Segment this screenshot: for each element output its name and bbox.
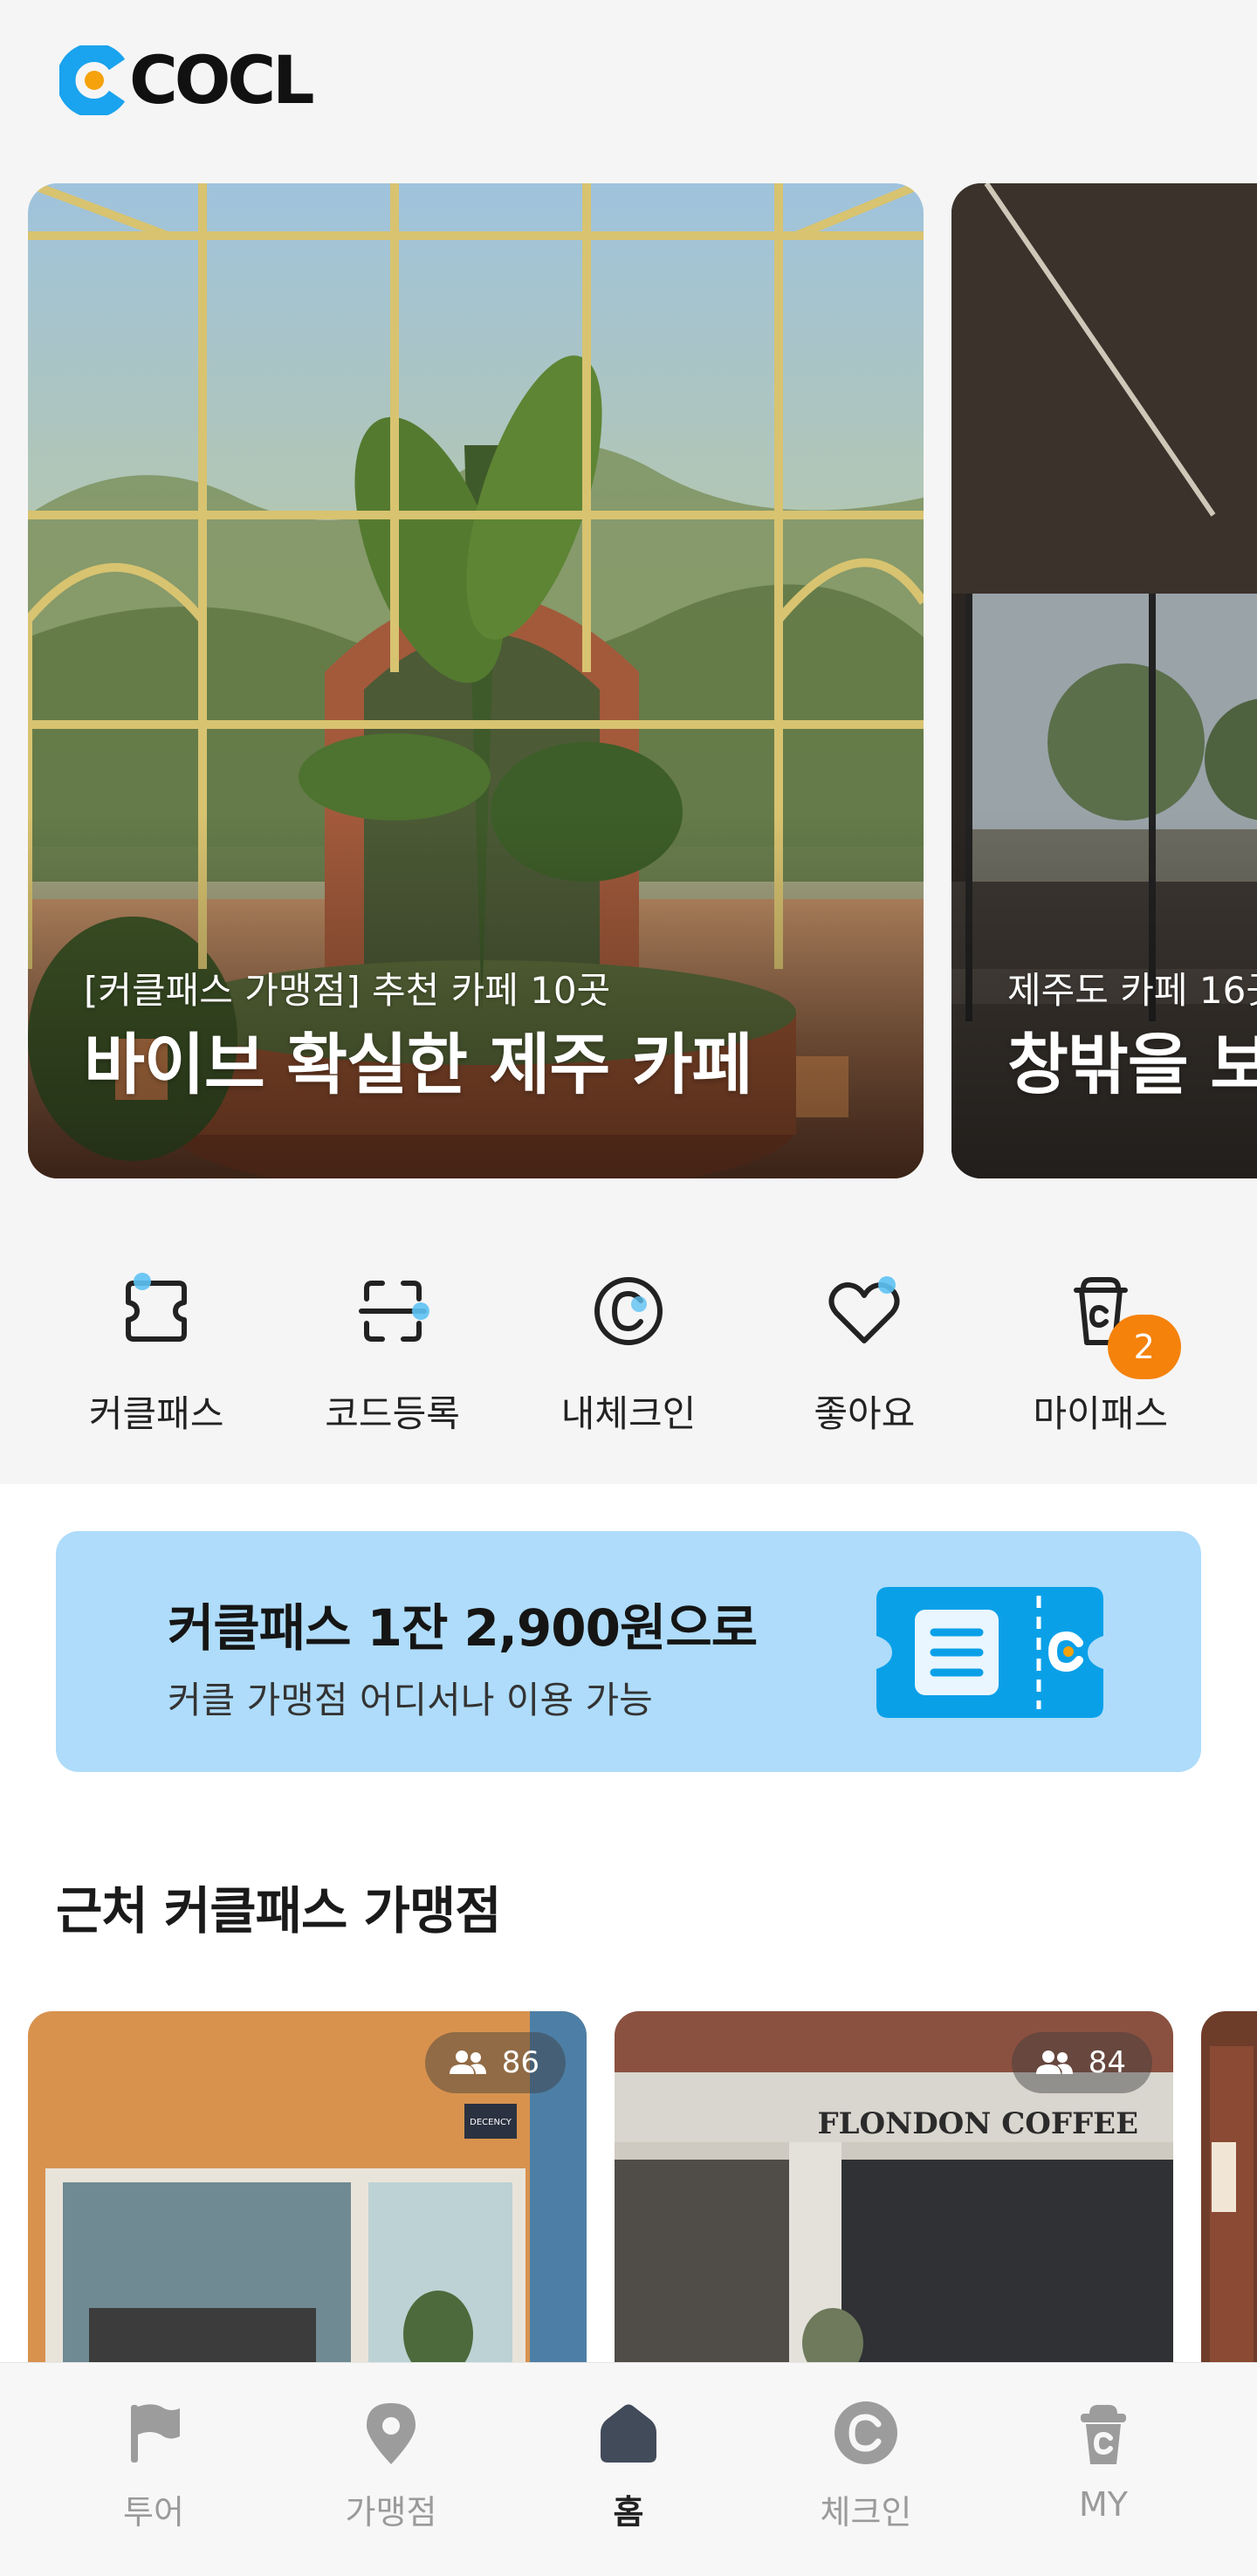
nav-label: 투어 [123, 2493, 184, 2531]
heart-icon [828, 1276, 900, 1343]
checkin-c-icon [835, 2401, 897, 2464]
app-logo: COCL [59, 41, 315, 119]
store-image [1201, 2011, 1257, 2378]
my-pass-badge: 2 [1107, 1315, 1181, 1379]
hero-subtitle: [커클패스 가맹점] 추천 카페 10곳 [84, 969, 611, 1012]
copyright-c-icon [594, 1277, 663, 1345]
quick-item-label: 마이패스 [1033, 1392, 1169, 1435]
visitor-count-value: 84 [1088, 2045, 1126, 2080]
quick-item-my-checkin[interactable]: 내체크인 [532, 1222, 725, 1484]
store-sign-text: FLONDON COFFEE [817, 2106, 1138, 2141]
store-sign-text: DECENCY [470, 2118, 512, 2127]
cup-icon [1081, 2405, 1126, 2464]
hero-carousel[interactable]: [커클패스 가맹점] 추천 카페 10곳 바이브 확실한 제주 카페 제주도 카… [0, 183, 1257, 1178]
ticket-icon [126, 1273, 188, 1342]
store-card[interactable]: DECENCY 86 [28, 2011, 587, 2378]
scan-icon [358, 1281, 429, 1342]
nav-label: 가맹점 [345, 2493, 437, 2531]
visitor-count-value: 86 [501, 2045, 539, 2080]
map-pin-icon [367, 2403, 416, 2464]
people-icon [1035, 2050, 1073, 2074]
nav-tab-home[interactable]: 홈 [541, 2363, 716, 2576]
store-card[interactable] [1201, 2011, 1257, 2378]
quick-item-likes[interactable]: 좋아요 [768, 1222, 960, 1484]
pass-ticket-icon [876, 1587, 1103, 1718]
nav-label: MY [1079, 2485, 1128, 2524]
bottom-navigation: 투어 가맹점 홈 체크인 MY [0, 2362, 1257, 2576]
hero-title: 바이브 확실한 제주 카페 [84, 1026, 753, 1103]
nearby-store-carousel[interactable]: DECENCY 86 FLONDON COFFEE 84 [0, 2011, 1257, 2378]
nearby-section-title: 근처 커클패스 가맹점 [56, 1881, 502, 1941]
quick-menu: 커클패스 코드등록 내체크인 좋아요 2 마이패스 [0, 1222, 1257, 1484]
hero-card[interactable]: [커클패스 가맹점] 추천 카페 10곳 바이브 확실한 제주 카페 [28, 183, 924, 1178]
promo-subtitle: 커클 가맹점 어디서나 이용 가능 [168, 1679, 653, 1721]
hero-subtitle: 제주도 카페 16곳 [1007, 969, 1257, 1012]
promo-title: 커클패스 1잔 2,900원으로 [168, 1598, 758, 1658]
hero-card[interactable]: 제주도 카페 16곳 창밖을 보 [951, 183, 1257, 1178]
store-visitor-count: 86 [424, 2032, 566, 2093]
store-visitor-count: 84 [1011, 2032, 1152, 2093]
cocl-logo-icon [59, 45, 126, 115]
quick-item-label: 좋아요 [814, 1392, 916, 1435]
home-icon [601, 2404, 656, 2463]
nav-tab-tour[interactable]: 투어 [66, 2363, 241, 2576]
quick-item-label: 코드등록 [325, 1392, 460, 1435]
quick-item-my-pass[interactable]: 2 마이패스 [1005, 1222, 1197, 1484]
nav-label: 체크인 [820, 2493, 912, 2531]
store-card[interactable]: FLONDON COFFEE 84 [615, 2011, 1173, 2378]
nav-tab-my[interactable]: MY [1016, 2363, 1191, 2576]
quick-item-label: 내체크인 [560, 1392, 697, 1435]
people-icon [449, 2050, 486, 2074]
quick-item-cocl-pass[interactable]: 커클패스 [60, 1222, 252, 1484]
hero-title: 창밖을 보 [1007, 1026, 1257, 1103]
cocl-pass-promo-banner[interactable]: 커클패스 1잔 2,900원으로 커클 가맹점 어디서나 이용 가능 [56, 1531, 1201, 1772]
logo-text: COCL [129, 41, 315, 119]
nav-tab-stores[interactable]: 가맹점 [304, 2363, 478, 2576]
quick-item-label: 커클패스 [88, 1392, 224, 1435]
quick-item-code-register[interactable]: 코드등록 [297, 1222, 489, 1484]
nav-tab-checkin[interactable]: 체크인 [779, 2363, 953, 2576]
nav-label: 홈 [613, 2493, 644, 2531]
flag-icon [131, 2404, 180, 2463]
